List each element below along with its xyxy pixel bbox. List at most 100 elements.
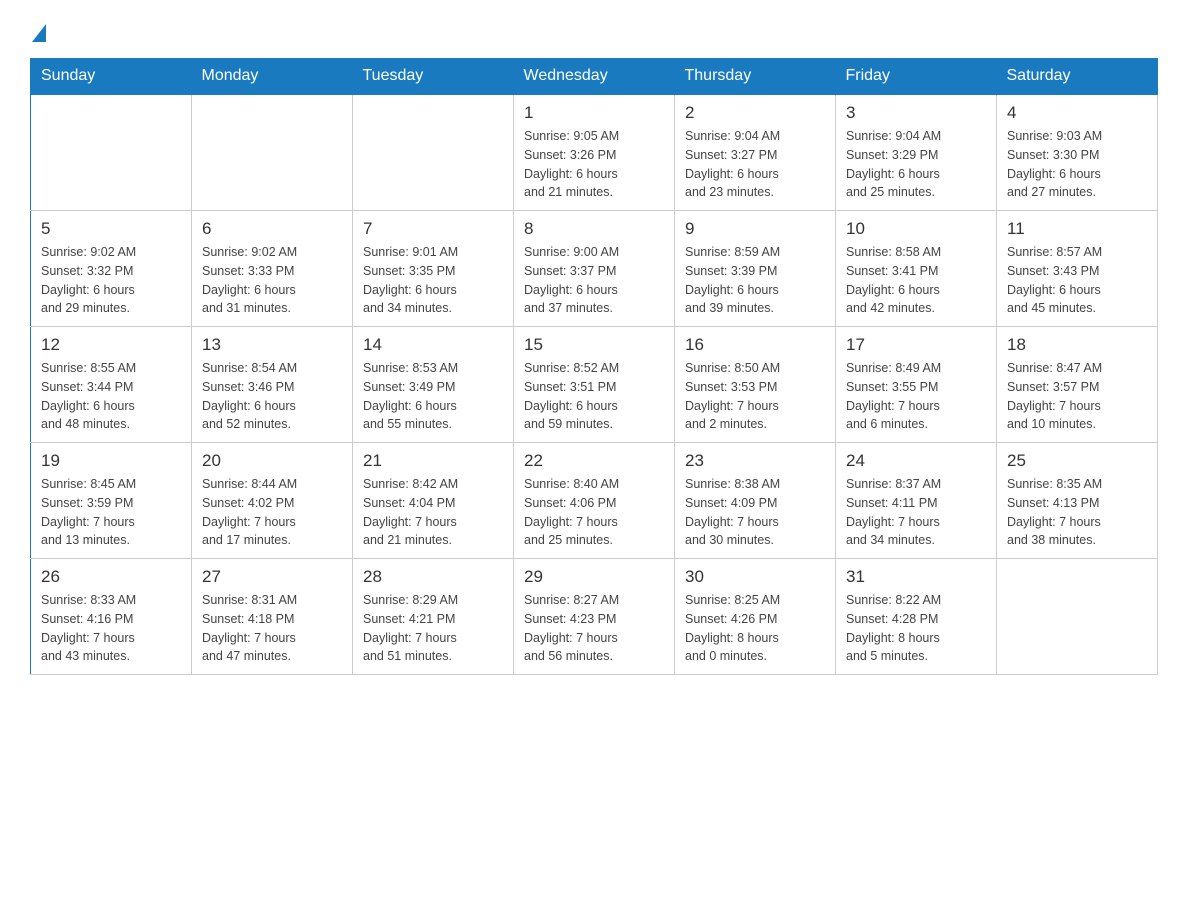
- day-info: Sunrise: 8:37 AM Sunset: 4:11 PM Dayligh…: [846, 475, 986, 550]
- day-number: 21: [363, 451, 503, 471]
- day-info: Sunrise: 8:25 AM Sunset: 4:26 PM Dayligh…: [685, 591, 825, 666]
- calendar-cell: 12 Sunrise: 8:55 AM Sunset: 3:44 PM Dayli…: [31, 327, 192, 443]
- day-number: 2: [685, 103, 825, 123]
- calendar-week-row: 19Sunrise: 8:45 AM Sunset: 3:59 PM Dayli…: [31, 443, 1158, 559]
- day-number: 4: [1007, 103, 1147, 123]
- calendar-cell: 3Sunrise: 9:04 AM Sunset: 3:29 PM Daylig…: [836, 94, 997, 211]
- day-of-week-header: Saturday: [997, 59, 1158, 95]
- calendar-cell: 27Sunrise: 8:31 AM Sunset: 4:18 PM Dayli…: [192, 559, 353, 675]
- day-info: Sunrise: 9:04 AM Sunset: 3:27 PM Dayligh…: [685, 127, 825, 202]
- day-of-week-header: Sunday: [31, 59, 192, 95]
- calendar-cell: 8 Sunrise: 9:00 AM Sunset: 3:37 PM Daylig…: [514, 211, 675, 327]
- calendar-table: SundayMondayTuesdayWednesdayThursdayFrid…: [30, 58, 1158, 675]
- days-of-week-row: SundayMondayTuesdayWednesdayThursdayFrid…: [31, 59, 1158, 95]
- calendar-cell: 5 Sunrise: 9:02 AM Sunset: 3:32 PM Daylig…: [31, 211, 192, 327]
- calendar-cell: 7Sunrise: 9:01 AM Sunset: 3:35 PM Daylig…: [353, 211, 514, 327]
- calendar-cell: 15 Sunrise: 8:52 AM Sunset: 3:51 PM Dayli…: [514, 327, 675, 443]
- day-of-week-header: Friday: [836, 59, 997, 95]
- calendar-cell: 31 Sunrise: 8:22 AM Sunset: 4:28 PM Dayli…: [836, 559, 997, 675]
- day-info: Sunrise: 8:31 AM Sunset: 4:18 PM Dayligh…: [202, 591, 342, 666]
- calendar-cell: 20 Sunrise: 8:44 AM Sunset: 4:02 PM Dayli…: [192, 443, 353, 559]
- calendar-cell: 2 Sunrise: 9:04 AM Sunset: 3:27 PM Daylig…: [675, 94, 836, 211]
- day-info: Sunrise: 8:59 AM Sunset: 3:39 PM Dayligh…: [685, 243, 825, 318]
- day-number: 6: [202, 219, 342, 239]
- calendar-cell: 23Sunrise: 8:38 AM Sunset: 4:09 PM Dayli…: [675, 443, 836, 559]
- day-info: Sunrise: 8:58 AM Sunset: 3:41 PM Dayligh…: [846, 243, 986, 318]
- day-number: 10: [846, 219, 986, 239]
- day-of-week-header: Tuesday: [353, 59, 514, 95]
- calendar-week-row: 5 Sunrise: 9:02 AM Sunset: 3:32 PM Daylig…: [31, 211, 1158, 327]
- calendar-header: SundayMondayTuesdayWednesdayThursdayFrid…: [31, 59, 1158, 95]
- day-number: 12: [41, 335, 181, 355]
- page-header: [30, 20, 1158, 42]
- day-number: 11: [1007, 219, 1147, 239]
- calendar-cell: 18 Sunrise: 8:47 AM Sunset: 3:57 PM Dayli…: [997, 327, 1158, 443]
- day-info: Sunrise: 8:33 AM Sunset: 4:16 PM Dayligh…: [41, 591, 181, 666]
- day-number: 26: [41, 567, 181, 587]
- calendar-cell: 6 Sunrise: 9:02 AM Sunset: 3:33 PM Daylig…: [192, 211, 353, 327]
- logo-triangle-icon: [32, 24, 46, 42]
- day-number: 29: [524, 567, 664, 587]
- day-info: Sunrise: 8:29 AM Sunset: 4:21 PM Dayligh…: [363, 591, 503, 666]
- calendar-cell: 14 Sunrise: 8:53 AM Sunset: 3:49 PM Dayli…: [353, 327, 514, 443]
- day-number: 14: [363, 335, 503, 355]
- day-info: Sunrise: 8:47 AM Sunset: 3:57 PM Dayligh…: [1007, 359, 1147, 434]
- day-info: Sunrise: 8:45 AM Sunset: 3:59 PM Dayligh…: [41, 475, 181, 550]
- calendar-cell: 28 Sunrise: 8:29 AM Sunset: 4:21 PM Dayli…: [353, 559, 514, 675]
- day-number: 22: [524, 451, 664, 471]
- day-number: 7: [363, 219, 503, 239]
- calendar-cell: [997, 559, 1158, 675]
- day-info: Sunrise: 8:49 AM Sunset: 3:55 PM Dayligh…: [846, 359, 986, 434]
- calendar-cell: 11 Sunrise: 8:57 AM Sunset: 3:43 PM Dayli…: [997, 211, 1158, 327]
- day-info: Sunrise: 9:04 AM Sunset: 3:29 PM Dayligh…: [846, 127, 986, 202]
- day-number: 16: [685, 335, 825, 355]
- day-number: 23: [685, 451, 825, 471]
- calendar-cell: 24Sunrise: 8:37 AM Sunset: 4:11 PM Dayli…: [836, 443, 997, 559]
- calendar-cell: 30 Sunrise: 8:25 AM Sunset: 4:26 PM Dayli…: [675, 559, 836, 675]
- calendar-cell: 4 Sunrise: 9:03 AM Sunset: 3:30 PM Daylig…: [997, 94, 1158, 211]
- day-info: Sunrise: 8:27 AM Sunset: 4:23 PM Dayligh…: [524, 591, 664, 666]
- day-number: 28: [363, 567, 503, 587]
- calendar-cell: 1 Sunrise: 9:05 AM Sunset: 3:26 PM Daylig…: [514, 94, 675, 211]
- calendar-cell: 22 Sunrise: 8:40 AM Sunset: 4:06 PM Dayli…: [514, 443, 675, 559]
- day-info: Sunrise: 8:40 AM Sunset: 4:06 PM Dayligh…: [524, 475, 664, 550]
- calendar-cell: [31, 94, 192, 211]
- day-info: Sunrise: 9:02 AM Sunset: 3:32 PM Dayligh…: [41, 243, 181, 318]
- day-info: Sunrise: 9:03 AM Sunset: 3:30 PM Dayligh…: [1007, 127, 1147, 202]
- calendar-week-row: 1 Sunrise: 9:05 AM Sunset: 3:26 PM Daylig…: [31, 94, 1158, 211]
- calendar-cell: 9Sunrise: 8:59 AM Sunset: 3:39 PM Daylig…: [675, 211, 836, 327]
- day-of-week-header: Monday: [192, 59, 353, 95]
- calendar-week-row: 12 Sunrise: 8:55 AM Sunset: 3:44 PM Dayli…: [31, 327, 1158, 443]
- logo: [30, 20, 46, 42]
- day-info: Sunrise: 8:54 AM Sunset: 3:46 PM Dayligh…: [202, 359, 342, 434]
- day-of-week-header: Thursday: [675, 59, 836, 95]
- day-info: Sunrise: 9:02 AM Sunset: 3:33 PM Dayligh…: [202, 243, 342, 318]
- day-number: 30: [685, 567, 825, 587]
- day-number: 15: [524, 335, 664, 355]
- calendar-cell: 13 Sunrise: 8:54 AM Sunset: 3:46 PM Dayli…: [192, 327, 353, 443]
- calendar-cell: 16Sunrise: 8:50 AM Sunset: 3:53 PM Dayli…: [675, 327, 836, 443]
- day-number: 8: [524, 219, 664, 239]
- calendar-cell: 26 Sunrise: 8:33 AM Sunset: 4:16 PM Dayli…: [31, 559, 192, 675]
- day-number: 18: [1007, 335, 1147, 355]
- day-number: 25: [1007, 451, 1147, 471]
- day-info: Sunrise: 8:57 AM Sunset: 3:43 PM Dayligh…: [1007, 243, 1147, 318]
- calendar-body: 1 Sunrise: 9:05 AM Sunset: 3:26 PM Daylig…: [31, 94, 1158, 675]
- calendar-cell: 29 Sunrise: 8:27 AM Sunset: 4:23 PM Dayli…: [514, 559, 675, 675]
- day-info: Sunrise: 8:55 AM Sunset: 3:44 PM Dayligh…: [41, 359, 181, 434]
- day-number: 13: [202, 335, 342, 355]
- calendar-cell: 17 Sunrise: 8:49 AM Sunset: 3:55 PM Dayli…: [836, 327, 997, 443]
- day-info: Sunrise: 9:00 AM Sunset: 3:37 PM Dayligh…: [524, 243, 664, 318]
- day-number: 5: [41, 219, 181, 239]
- day-of-week-header: Wednesday: [514, 59, 675, 95]
- day-info: Sunrise: 8:35 AM Sunset: 4:13 PM Dayligh…: [1007, 475, 1147, 550]
- day-number: 17: [846, 335, 986, 355]
- day-info: Sunrise: 8:44 AM Sunset: 4:02 PM Dayligh…: [202, 475, 342, 550]
- day-number: 20: [202, 451, 342, 471]
- day-number: 1: [524, 103, 664, 123]
- day-info: Sunrise: 8:22 AM Sunset: 4:28 PM Dayligh…: [846, 591, 986, 666]
- day-info: Sunrise: 8:52 AM Sunset: 3:51 PM Dayligh…: [524, 359, 664, 434]
- day-info: Sunrise: 8:53 AM Sunset: 3:49 PM Dayligh…: [363, 359, 503, 434]
- day-info: Sunrise: 9:05 AM Sunset: 3:26 PM Dayligh…: [524, 127, 664, 202]
- day-number: 31: [846, 567, 986, 587]
